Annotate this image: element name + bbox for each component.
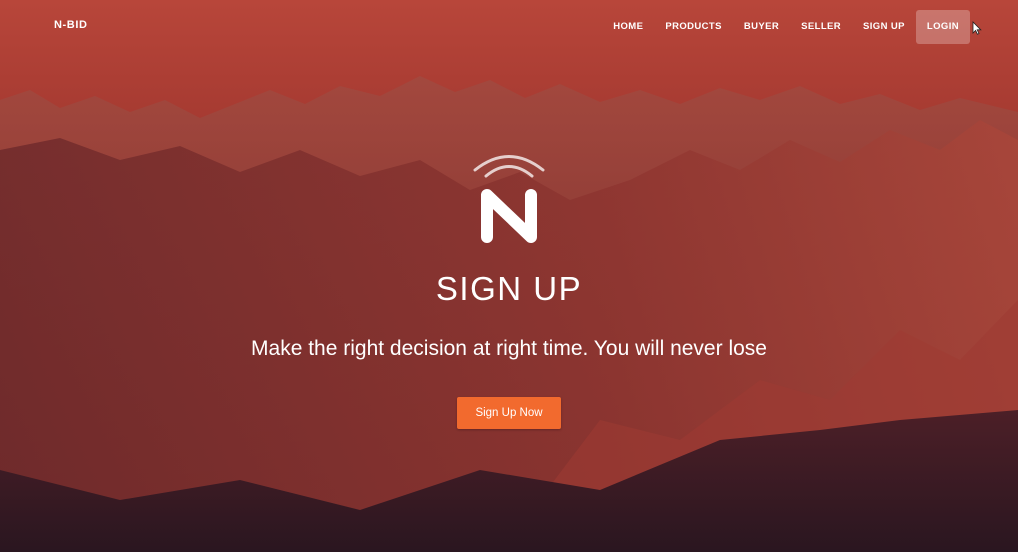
sign-up-now-button[interactable]: Sign Up Now	[457, 397, 561, 429]
nav-home[interactable]: HOME	[602, 10, 654, 44]
nav-signup[interactable]: SIGN UP	[852, 10, 916, 44]
navbar: N-BID HOME PRODUCTS BUYER SELLER SIGN UP…	[0, 0, 1018, 54]
mouse-cursor-icon	[972, 21, 982, 35]
nav-buyer[interactable]: BUYER	[733, 10, 790, 44]
page-title: SIGN UP	[435, 270, 583, 307]
nav-products[interactable]: PRODUCTS	[654, 10, 733, 44]
nav-seller[interactable]: SELLER	[790, 10, 852, 44]
brand-logo-link[interactable]: N-BID	[54, 19, 88, 31]
hero-subtitle: Make the right decision at right time. Y…	[251, 337, 767, 360]
hero-section: N-BID HOME PRODUCTS BUYER SELLER SIGN UP…	[0, 0, 1018, 552]
hero-content: SIGN UP Make the right decision at right…	[0, 145, 1018, 429]
main-nav: HOME PRODUCTS BUYER SELLER SIGN UP LOGIN	[602, 10, 970, 44]
nav-login[interactable]: LOGIN	[915, 10, 970, 44]
n-wifi-logo-icon	[473, 155, 545, 243]
